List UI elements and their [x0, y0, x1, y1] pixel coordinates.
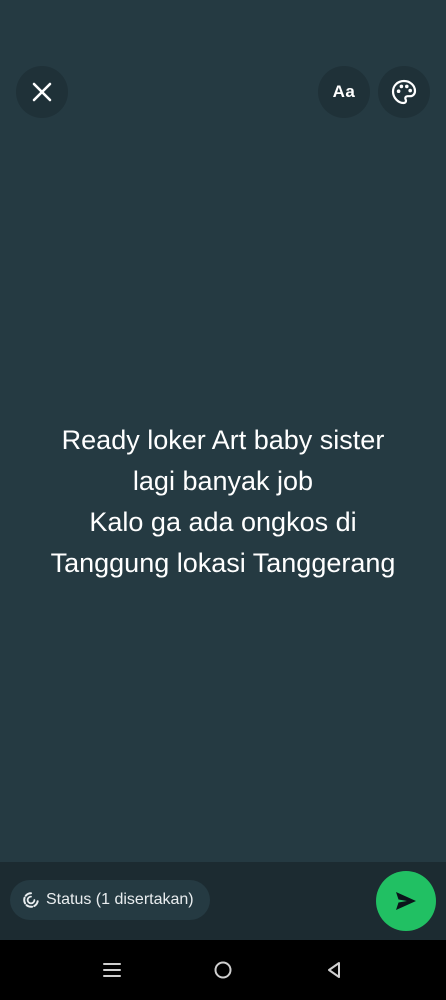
palette-icon — [391, 79, 417, 105]
background-color-button[interactable] — [378, 66, 430, 118]
status-text-line: Tanggung lokasi Tanggerang — [50, 548, 396, 578]
status-text-line: lagi banyak job — [132, 466, 314, 496]
system-navigation-bar — [0, 940, 446, 1000]
status-canvas[interactable]: Aa Ready loker Art baby sister lagi bany… — [0, 0, 446, 862]
font-style-button[interactable]: Aa — [318, 66, 370, 118]
composer-bottom-bar: Status (1 disertakan) — [0, 862, 446, 940]
status-text[interactable]: Ready loker Art baby sister lagi banyak … — [0, 420, 446, 584]
status-ring-icon — [23, 892, 39, 908]
recent-apps-icon — [103, 963, 121, 977]
home-icon — [214, 961, 232, 979]
audience-label: Status (1 disertakan) — [46, 891, 194, 908]
back-icon — [328, 962, 340, 978]
audience-selector[interactable]: Status (1 disertakan) — [10, 880, 210, 920]
status-text-line: Kalo ga ada ongkos di — [89, 507, 357, 537]
close-icon — [32, 82, 52, 102]
home-button[interactable] — [209, 956, 237, 984]
font-style-label: Aa — [332, 82, 356, 101]
status-composer-screen: Aa Ready loker Art baby sister lagi bany… — [0, 0, 446, 1000]
back-button[interactable] — [320, 956, 348, 984]
close-button[interactable] — [16, 66, 68, 118]
recent-apps-button[interactable] — [98, 956, 126, 984]
status-text-line: Ready loker Art baby sister — [61, 425, 385, 455]
send-icon — [396, 892, 416, 910]
send-button[interactable] — [376, 871, 436, 931]
